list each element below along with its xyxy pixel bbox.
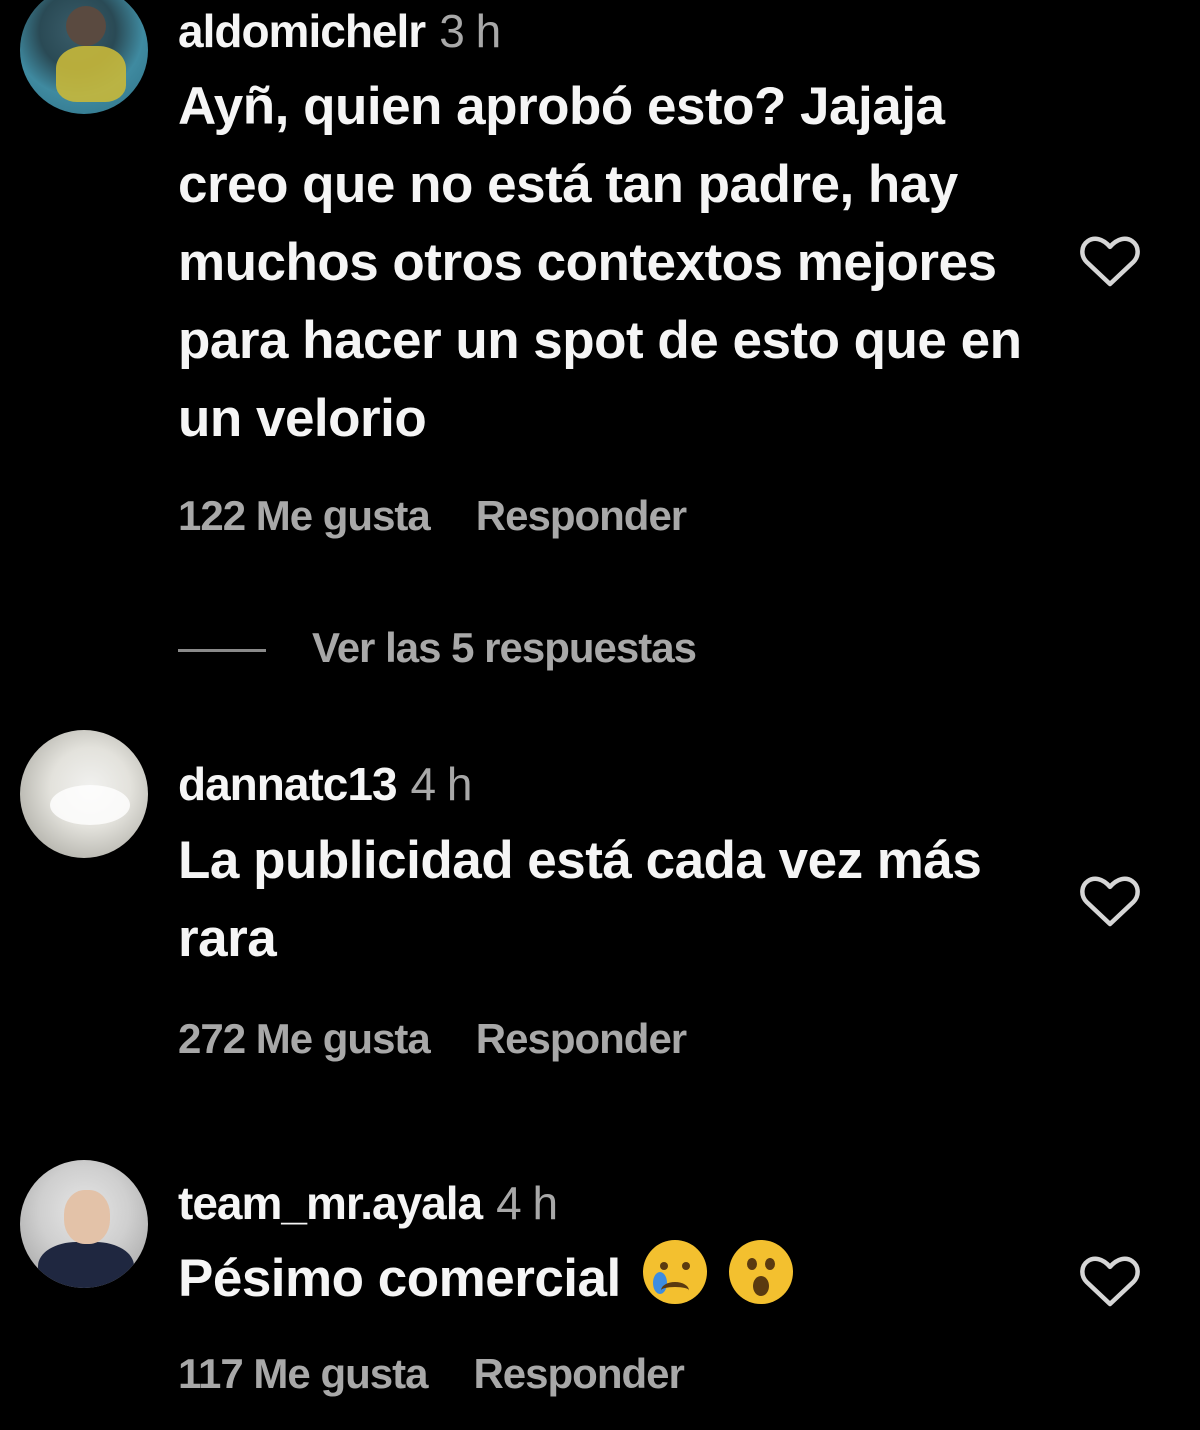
avatar[interactable] bbox=[20, 1160, 148, 1288]
view-replies-button[interactable]: Ver las 5 respuestas bbox=[178, 624, 697, 672]
timestamp: 4 h bbox=[410, 758, 473, 810]
comment-actions: 117 Me gusta Responder bbox=[178, 1350, 685, 1398]
timestamp: 3 h bbox=[439, 5, 501, 57]
heart-icon[interactable] bbox=[1078, 230, 1142, 288]
comment-text-body: Pésimo comercial bbox=[178, 1249, 621, 1308]
comment-text: Pésimo comercial bbox=[178, 1240, 1038, 1318]
username[interactable]: dannatc13 bbox=[178, 758, 398, 810]
view-replies-label: Ver las 5 respuestas bbox=[312, 624, 697, 671]
comment-header: team_mr.ayala 4 h bbox=[178, 1176, 558, 1230]
comment-text: La publicidad está cada vez más rara bbox=[178, 831, 982, 968]
like-count[interactable]: 117 Me gusta bbox=[178, 1350, 428, 1397]
username[interactable]: team_mr.ayala bbox=[178, 1177, 483, 1229]
replies-divider bbox=[178, 649, 266, 653]
like-count[interactable]: 272 Me gusta bbox=[178, 1015, 431, 1062]
avatar[interactable] bbox=[20, 0, 148, 114]
timestamp: 4 h bbox=[496, 1177, 558, 1229]
comment-actions: 122 Me gusta Responder bbox=[178, 492, 687, 540]
reply-button[interactable]: Responder bbox=[473, 1350, 684, 1397]
reply-button[interactable]: Responder bbox=[476, 492, 687, 539]
heart-icon[interactable] bbox=[1078, 870, 1142, 928]
reply-button[interactable]: Responder bbox=[476, 1015, 687, 1062]
like-count[interactable]: 122 Me gusta bbox=[178, 492, 431, 539]
username[interactable]: aldomichelr bbox=[178, 5, 426, 57]
comment-text: Ayñ, quien aprobó esto? Jajaja creo que … bbox=[178, 77, 1022, 448]
comment-header: dannatc13 4 h bbox=[178, 757, 473, 811]
astonished-face-icon bbox=[728, 1240, 793, 1304]
avatar[interactable] bbox=[20, 730, 148, 858]
heart-icon[interactable] bbox=[1078, 1250, 1142, 1308]
crying-face-icon bbox=[642, 1240, 707, 1304]
comment-actions: 272 Me gusta Responder bbox=[178, 1015, 687, 1063]
comment-header: aldomichelr 3 h bbox=[178, 4, 501, 58]
